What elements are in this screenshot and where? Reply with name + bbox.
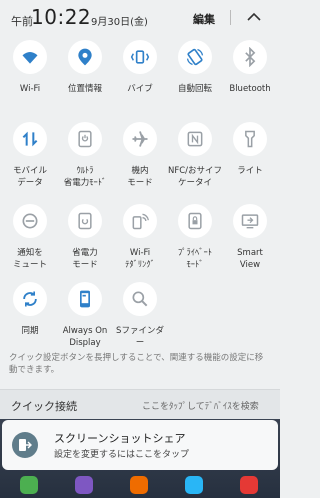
vibrate-icon [130, 50, 150, 64]
tile-label: Sファインダー [116, 326, 164, 348]
tile-nfc[interactable]: NFC/おサイフ ケータイ [167, 122, 223, 189]
tile-private-mode[interactable]: ﾌﾟﾗｲﾍﾞｰﾄ ﾓｰﾄﾞ [167, 204, 223, 271]
screenshot-share-notification[interactable]: スクリーンショットシェア 設定を変更するにはここをタップ [2, 420, 278, 470]
dock-app-icon[interactable] [185, 476, 203, 494]
tile-smart-view[interactable]: Smart View [222, 204, 278, 271]
tile-wifi[interactable]: Wi-Fi [2, 40, 58, 95]
tile-label: 省電力 モード [72, 248, 98, 270]
wifi-tethering-icon [132, 213, 149, 230]
wifi-icon [22, 52, 38, 64]
smart-view-icon [241, 214, 259, 229]
quick-connect-title: クイック接続 [11, 400, 77, 413]
edit-button[interactable]: 編集 [193, 11, 215, 27]
s-finder-icon [132, 291, 148, 307]
ampm-label: 午前 [11, 15, 33, 28]
clock: 10:22 [31, 5, 92, 29]
tile-mobile-data[interactable]: モバイル データ [2, 122, 58, 189]
nfc-icon [187, 131, 203, 147]
tile-label: Always On Display [62, 326, 108, 348]
sync-icon [23, 291, 37, 307]
tile-sync[interactable]: 同期 [2, 282, 58, 337]
tile-label: ライト [237, 166, 263, 176]
long-press-hint: クイック設定ボタンを長押しすることで、関連する機能の設定に移動できます。 [9, 353, 264, 375]
bluetooth-icon [245, 47, 256, 67]
tile-location[interactable]: 位置情報 [57, 40, 113, 95]
tile-label: Wi-Fi [19, 84, 41, 94]
auto-rotate-icon [186, 48, 204, 66]
header-divider [230, 10, 231, 25]
tile-airplane[interactable]: 機内 モード [112, 122, 168, 189]
mute-notifications-icon [22, 213, 38, 229]
home-dock [0, 470, 280, 498]
status-header: 午前 10:22 9月30日(金) 編集 [0, 0, 280, 36]
tile-label: ｳﾙﾄﾗ 省電力ﾓｰﾄﾞ [63, 166, 107, 188]
tile-label: NFC/おサイフ ケータイ [167, 166, 223, 188]
tile-label: バイブ [127, 84, 153, 94]
quick-connect-hint: ここをﾀｯﾌﾟしてﾃﾞﾊﾞｲｽを検索 [142, 402, 259, 412]
quick-connect-bar[interactable]: クイック接続 ここをﾀｯﾌﾟしてﾃﾞﾊﾞｲｽを検索 [0, 389, 280, 420]
airplane-icon [132, 131, 148, 147]
power-saving-icon [78, 212, 92, 230]
location-pin-icon [78, 48, 92, 66]
tile-label: ﾌﾟﾗｲﾍﾞｰﾄ ﾓｰﾄﾞ [177, 248, 212, 270]
tile-label: 通知を ミュート [12, 248, 47, 270]
tile-flashlight[interactable]: ライト [222, 122, 278, 177]
ultra-power-saving-icon [78, 130, 92, 148]
notification-subtitle: 設定を変更するにはここをタップ [54, 450, 190, 460]
date-label: 9月30日(金) [91, 17, 148, 28]
tile-label: Smart View [237, 248, 263, 270]
tile-label: 機内 モード [127, 166, 153, 188]
tile-label: 自動回転 [177, 84, 212, 94]
tile-label: 同期 [21, 326, 39, 336]
private-mode-icon [188, 212, 202, 230]
dock-app-icon[interactable] [75, 476, 93, 494]
tile-label: Bluetooth [229, 84, 271, 94]
tile-wifi-tethering[interactable]: Wi-Fi ﾃﾀﾞﾘﾝｸﾞ [112, 204, 168, 271]
screenshot-share-icon [12, 432, 38, 458]
collapse-chevron-icon[interactable] [246, 9, 262, 23]
tile-label: Wi-Fi ﾃﾀﾞﾘﾝｸﾞ [125, 248, 155, 270]
notification-title: スクリーンショットシェア [54, 432, 186, 445]
tile-ultra-power-saving[interactable]: ｳﾙﾄﾗ 省電力ﾓｰﾄﾞ [57, 122, 113, 189]
flashlight-icon [245, 130, 255, 148]
tile-auto-rotate[interactable]: 自動回転 [167, 40, 223, 95]
tile-s-finder[interactable]: Sファインダー [112, 282, 168, 349]
dock-app-icon[interactable] [20, 476, 38, 494]
dock-app-icon[interactable] [130, 476, 148, 494]
tile-mute-notifications[interactable]: 通知を ミュート [2, 204, 58, 271]
dock-app-icon[interactable] [240, 476, 258, 494]
mobile-data-icon [22, 131, 38, 147]
always-on-display-icon [80, 290, 90, 308]
tile-label: 位置情報 [67, 84, 102, 94]
tile-bluetooth[interactable]: Bluetooth [222, 40, 278, 95]
tile-label: モバイル データ [12, 166, 47, 188]
tile-always-on-display[interactable]: Always On Display [57, 282, 113, 349]
tile-vibrate[interactable]: バイブ [112, 40, 168, 95]
tile-power-saving[interactable]: 省電力 モード [57, 204, 113, 271]
